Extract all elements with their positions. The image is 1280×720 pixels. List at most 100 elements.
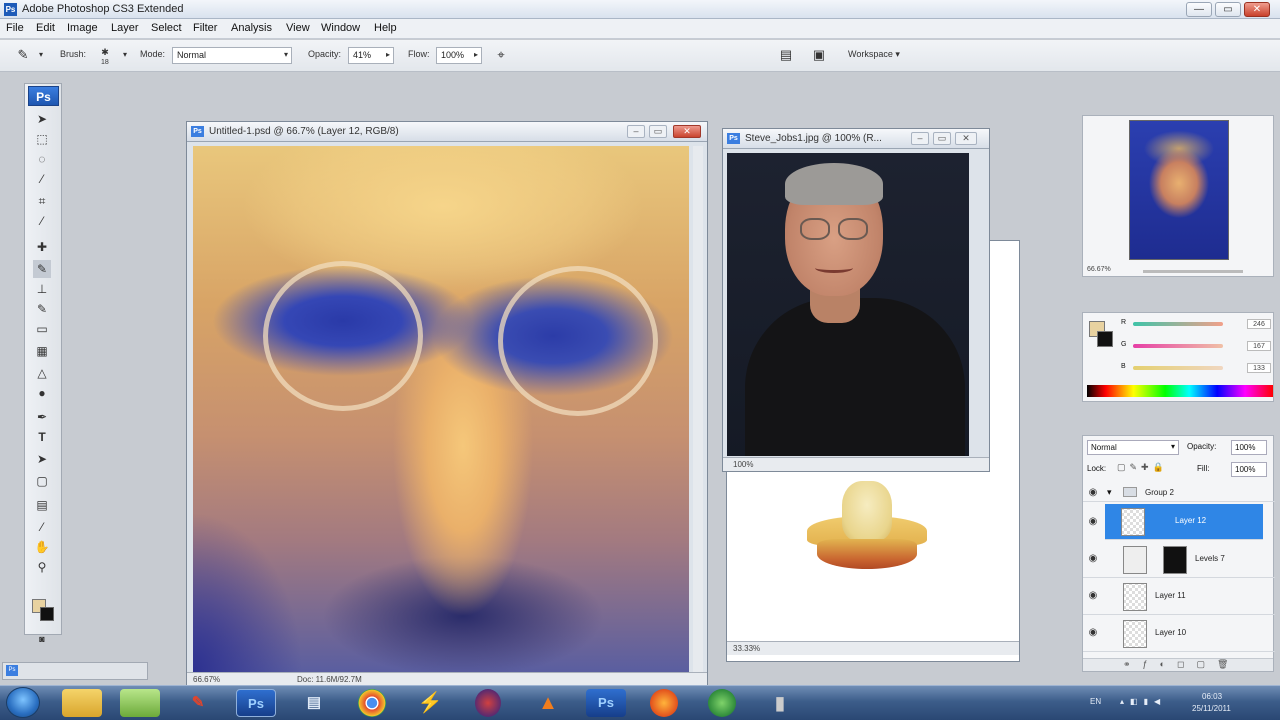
- layer-group-row[interactable]: ◉ ▾ Group 2: [1083, 484, 1275, 502]
- zoom-level[interactable]: 66.67%: [193, 675, 220, 684]
- menu-file[interactable]: File: [6, 22, 24, 34]
- menu-help[interactable]: Help: [374, 22, 397, 34]
- blend-mode-select[interactable]: Normal ▾: [1087, 440, 1179, 455]
- workspace-menu[interactable]: Workspace ▾: [848, 49, 900, 60]
- eye-icon[interactable]: ◉: [1087, 627, 1099, 639]
- chevron-down-icon[interactable]: ▾: [116, 46, 134, 64]
- menu-select[interactable]: Select: [151, 22, 182, 34]
- menu-edit[interactable]: Edit: [36, 22, 55, 34]
- photoshop-taskbar-icon[interactable]: Ps: [236, 689, 276, 717]
- eraser-tool-icon[interactable]: ▭: [33, 320, 51, 338]
- apple-canvas[interactable]: [727, 473, 1019, 633]
- airbrush-icon[interactable]: ⌖: [492, 46, 510, 64]
- layer-row[interactable]: ◉ Layer 10: [1083, 616, 1275, 652]
- chevron-down-icon[interactable]: ▾: [32, 46, 50, 64]
- healing-brush-icon[interactable]: ✚: [33, 238, 51, 256]
- layer-row[interactable]: ◉ Levels 7: [1083, 542, 1275, 578]
- mode-select[interactable]: Normal ▾: [172, 47, 292, 64]
- zoom-tool-icon[interactable]: ⚲: [33, 558, 51, 576]
- doc-close-button[interactable]: ✕: [673, 125, 701, 138]
- eye-icon[interactable]: ◉: [1087, 590, 1099, 602]
- menu-view[interactable]: View: [286, 22, 310, 34]
- zoom-level[interactable]: 100%: [733, 460, 753, 469]
- foreground-color-swatch[interactable]: [40, 607, 54, 621]
- flash-icon[interactable]: ⚡: [410, 689, 450, 717]
- layer-row-selected[interactable]: Layer 12: [1105, 504, 1263, 540]
- fill-input[interactable]: 100%: [1231, 462, 1267, 477]
- move-tool-icon[interactable]: ➤: [33, 110, 51, 128]
- menu-image[interactable]: Image: [67, 22, 98, 34]
- burn-icon[interactable]: [475, 689, 501, 717]
- navigator-zoom[interactable]: 66.67%: [1087, 266, 1111, 273]
- document-title-bar[interactable]: Ps Steve_Jobs1.jpg @ 100% (R... – ▭ ✕: [723, 129, 989, 149]
- layer-row[interactable]: ◉ Layer 11: [1083, 579, 1275, 615]
- eye-icon[interactable]: ◉: [1087, 553, 1099, 565]
- menu-layer[interactable]: Layer: [111, 22, 139, 34]
- close-button[interactable]: ✕: [1244, 2, 1270, 17]
- palette-well-icon[interactable]: ▤: [777, 46, 795, 64]
- document-icon[interactable]: ▤: [294, 689, 334, 717]
- notes-tool-icon[interactable]: ▤: [33, 496, 51, 514]
- language-indicator[interactable]: EN: [1090, 697, 1101, 706]
- eyedropper-icon[interactable]: ⁄: [33, 518, 51, 536]
- clock-date[interactable]: 25/11/2011: [1192, 704, 1231, 713]
- path-selection-icon[interactable]: ➤: [33, 450, 51, 468]
- document-window-main[interactable]: Ps Untitled-1.psd @ 66.7% (Layer 12, RGB…: [186, 121, 708, 687]
- menu-filter[interactable]: Filter: [193, 22, 217, 34]
- layer-opacity-input[interactable]: 100%: [1231, 440, 1267, 455]
- navigator-zoom-slider[interactable]: [1143, 270, 1243, 273]
- app-icon[interactable]: ▮: [760, 689, 800, 717]
- eye-icon[interactable]: ◉: [1087, 487, 1099, 499]
- marquee-tool-icon[interactable]: ⬚: [33, 130, 51, 148]
- vlc-icon[interactable]: ▲: [528, 689, 568, 717]
- r-slider[interactable]: [1133, 322, 1223, 326]
- vertical-scrollbar[interactable]: [693, 146, 703, 672]
- navigator-thumbnail[interactable]: [1129, 120, 1229, 260]
- brush-tool-icon[interactable]: ✎: [14, 46, 32, 64]
- maximize-button[interactable]: ▭: [1215, 2, 1241, 17]
- opacity-input[interactable]: 41% ▸: [348, 47, 394, 64]
- eyedropper-tool-icon[interactable]: ⁄: [33, 212, 51, 230]
- firefox-icon[interactable]: [650, 689, 678, 717]
- menu-analysis[interactable]: Analysis: [231, 22, 272, 34]
- g-slider[interactable]: [1133, 344, 1223, 348]
- doc-minimize-button[interactable]: –: [627, 125, 645, 138]
- paint-brush-icon[interactable]: ✎: [178, 689, 218, 717]
- color-fg-swatch[interactable]: [1097, 331, 1113, 347]
- clock-time[interactable]: 06:03: [1202, 692, 1222, 701]
- start-button[interactable]: [6, 687, 40, 718]
- tray-icons[interactable]: ▴◧▮◀: [1120, 697, 1166, 706]
- document-window-reference[interactable]: Ps Steve_Jobs1.jpg @ 100% (R... – ▭ ✕ 10…: [722, 128, 990, 472]
- pen-tool-icon[interactable]: ✒: [33, 408, 51, 426]
- dodge-tool-icon[interactable]: ●: [33, 384, 51, 402]
- chrome-icon[interactable]: [358, 689, 386, 717]
- photoshop-icon[interactable]: Ps: [586, 689, 626, 717]
- lasso-tool-icon[interactable]: ◌: [33, 150, 51, 168]
- painting-canvas[interactable]: [193, 146, 689, 672]
- color-spectrum-bar[interactable]: [1087, 385, 1273, 397]
- brush-tool-icon[interactable]: ✎: [33, 260, 51, 278]
- doc-maximize-button[interactable]: ▭: [649, 125, 667, 138]
- document-title-bar[interactable]: Ps Untitled-1.psd @ 66.7% (Layer 12, RGB…: [187, 122, 707, 142]
- doc-maximize-button[interactable]: ▭: [933, 132, 951, 145]
- doc-minimize-button[interactable]: –: [911, 132, 929, 145]
- paint-icon[interactable]: [120, 689, 160, 717]
- gradient-tool-icon[interactable]: ▦: [33, 342, 51, 360]
- b-slider[interactable]: [1133, 366, 1223, 370]
- menu-window[interactable]: Window: [321, 22, 360, 34]
- flow-input[interactable]: 100% ▸: [436, 47, 482, 64]
- blur-tool-icon[interactable]: △: [33, 364, 51, 382]
- layers-footer-buttons[interactable]: ⚭ƒ◐◻▢🗑: [1083, 658, 1273, 671]
- crop-tool-icon[interactable]: ⌗: [33, 192, 51, 210]
- g-value[interactable]: 167: [1247, 341, 1271, 351]
- minimize-button[interactable]: —: [1186, 2, 1212, 17]
- history-brush-icon[interactable]: ✎: [33, 300, 51, 318]
- b-value[interactable]: 133: [1247, 363, 1271, 373]
- clone-stamp-icon[interactable]: ⊥: [33, 280, 51, 298]
- eye-icon[interactable]: ◉: [1087, 516, 1099, 528]
- hand-tool-icon[interactable]: ✋: [33, 538, 51, 556]
- expand-triangle-icon[interactable]: ▾: [1107, 487, 1112, 498]
- shape-tool-icon[interactable]: ▢: [33, 472, 51, 490]
- folder-icon[interactable]: [62, 689, 102, 717]
- zoom-level[interactable]: 33.33%: [733, 644, 760, 653]
